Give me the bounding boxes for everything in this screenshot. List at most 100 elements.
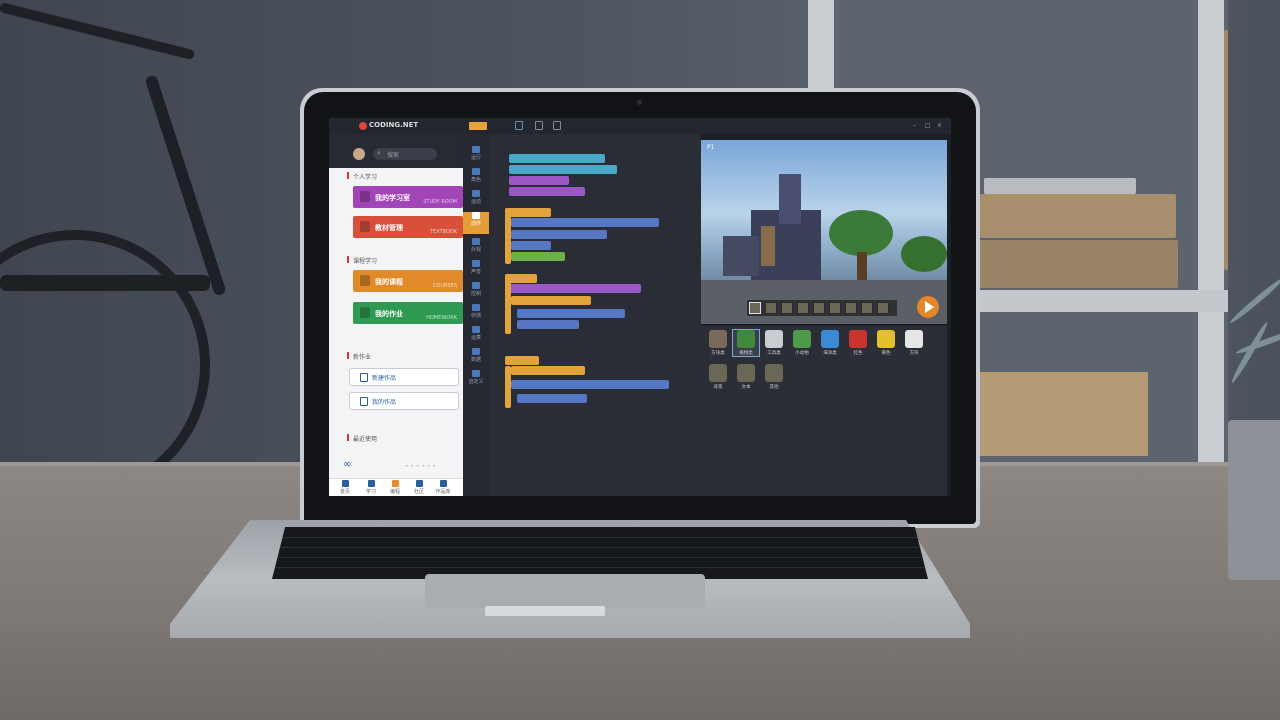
rail-item-label: 运算: [470, 335, 481, 341]
nav-community[interactable]: 社区: [409, 480, 429, 495]
code-block[interactable]: [517, 309, 625, 318]
rail-item-sound[interactable]: 声音: [463, 260, 489, 275]
new-work-button[interactable]: 新建作品: [349, 368, 459, 386]
code-block[interactable]: [505, 284, 641, 293]
code-block[interactable]: [511, 230, 607, 239]
rail-item-looks[interactable]: 外观: [463, 238, 489, 253]
code-block[interactable]: [511, 296, 591, 305]
photo-scene: CODING.NET – □ × ⌕ 搜索 个人学习 我的学习室 STUDY R…: [0, 0, 1280, 720]
palette-item[interactable]: 海洋类: [817, 330, 843, 356]
code-block-bracket: [505, 274, 511, 334]
app-brand: CODING.NET: [369, 121, 419, 129]
looks-icon: [472, 238, 480, 245]
textbook-button[interactable]: 教材管理 TEXTBOOK: [353, 216, 463, 238]
palette-item[interactable]: 其他: [761, 364, 787, 390]
courses-button[interactable]: 我的课程 COURSES: [353, 270, 463, 292]
new-file-icon: [360, 373, 368, 382]
code-block[interactable]: [517, 394, 587, 403]
learn-icon: [367, 480, 375, 487]
code-icon[interactable]: [515, 121, 523, 130]
hotbar-slot[interactable]: [845, 302, 857, 314]
code-block[interactable]: [509, 176, 569, 185]
community-icon: [415, 480, 423, 487]
search-input[interactable]: ⌕ 搜索: [373, 148, 437, 160]
code-block[interactable]: [509, 165, 617, 174]
other-icon: [765, 364, 783, 382]
palette-item[interactable]: 工具类: [761, 330, 787, 356]
maximize-button[interactable]: □: [925, 122, 931, 129]
tree-canopy: [901, 236, 947, 272]
hotbar-slot[interactable]: [765, 302, 777, 314]
palette-item[interactable]: 方块: [901, 330, 927, 356]
shelf-post-right: [1198, 0, 1224, 490]
share-icon[interactable]: [553, 121, 561, 130]
game-stage[interactable]: P1: [701, 140, 947, 324]
code-block[interactable]: [509, 154, 605, 163]
palette-item[interactable]: 植物类: [732, 329, 760, 357]
minimize-button[interactable]: –: [913, 122, 916, 129]
palette-item[interactable]: 小动物: [789, 330, 815, 356]
rail-item-data[interactable]: 数据: [463, 348, 489, 363]
left-panel-header: ⌕ 搜索: [329, 134, 463, 168]
hotbar-slot[interactable]: [861, 302, 873, 314]
sound-icon: [472, 260, 480, 267]
save-icon[interactable]: [535, 121, 543, 130]
rail-item-action[interactable]: 动作: [463, 212, 489, 234]
palette-item[interactable]: 红色: [845, 330, 871, 356]
code-block[interactable]: [511, 218, 659, 227]
sprite-icon: [472, 168, 480, 175]
motion-icon: [472, 190, 480, 197]
hotbar-slot[interactable]: [813, 302, 825, 314]
inventory-hotbar[interactable]: [747, 300, 897, 316]
courses-en-label: COURSES: [432, 283, 457, 289]
code-block[interactable]: [505, 356, 539, 365]
play-button[interactable]: [917, 296, 939, 318]
bicycle-frame: [0, 275, 210, 291]
palette-item[interactable]: 方块类: [705, 330, 731, 356]
infinity-icon[interactable]: ∞: [343, 459, 351, 470]
hotbar-slot[interactable]: [877, 302, 889, 314]
code-block[interactable]: [517, 320, 579, 329]
avatar[interactable]: [353, 148, 365, 160]
rail-item-control[interactable]: 控制: [463, 282, 489, 297]
hotbar-slot[interactable]: [797, 302, 809, 314]
hotbar-slot[interactable]: [749, 302, 761, 314]
rail-item-motion[interactable]: 运动: [463, 190, 489, 205]
helmet-icon: [360, 307, 370, 318]
code-workspace[interactable]: ⊖ ◯ ⊕: [489, 134, 701, 496]
code-block-bracket: [505, 208, 511, 264]
palette-item[interactable]: 黄色: [873, 330, 899, 356]
code-block[interactable]: [511, 252, 565, 261]
nav-learn[interactable]: 学习: [361, 480, 381, 495]
left-panel: ⌕ 搜索 个人学习 我的学习室 STUDY ROOM 教材管理 TEXTBOOK…: [329, 134, 463, 496]
laptop-front-notch: [485, 606, 605, 616]
hotbar-slot[interactable]: [829, 302, 841, 314]
rail-item-sprite[interactable]: 角色: [463, 168, 489, 183]
rail-item-label: 自定义: [468, 379, 484, 385]
my-work-button[interactable]: 我的作品: [349, 392, 459, 410]
rail-item-operators[interactable]: 运算: [463, 326, 489, 341]
rail-item-custom[interactable]: 自定义: [463, 370, 489, 385]
text-icon: [737, 364, 755, 382]
nav-home[interactable]: 首页: [335, 480, 355, 495]
code-block[interactable]: [511, 380, 669, 389]
code-block[interactable]: [511, 241, 551, 250]
section-course: 课程学习: [353, 258, 378, 265]
castle-wall: [761, 226, 775, 266]
close-button[interactable]: ×: [937, 122, 942, 129]
hotbar-slot[interactable]: [781, 302, 793, 314]
nav-works[interactable]: 作品库: [433, 480, 453, 495]
rail-item-run[interactable]: 运行: [463, 146, 489, 161]
code-block[interactable]: [509, 187, 585, 196]
code-block[interactable]: [511, 366, 585, 375]
trackpad: [425, 574, 705, 608]
study-room-button[interactable]: 我的学习室 STUDY ROOM: [353, 186, 463, 208]
nav-code[interactable]: 编程: [385, 480, 405, 495]
code-block[interactable]: [505, 208, 551, 217]
rail-item-sensing[interactable]: 侦测: [463, 304, 489, 319]
courses-label: 我的课程: [375, 278, 403, 286]
palette-item[interactable]: 文本: [733, 364, 759, 390]
play-icon: [925, 301, 934, 313]
homework-button[interactable]: 我的作业 HOMEWORK: [353, 302, 463, 324]
palette-item[interactable]: 背景: [705, 364, 731, 390]
